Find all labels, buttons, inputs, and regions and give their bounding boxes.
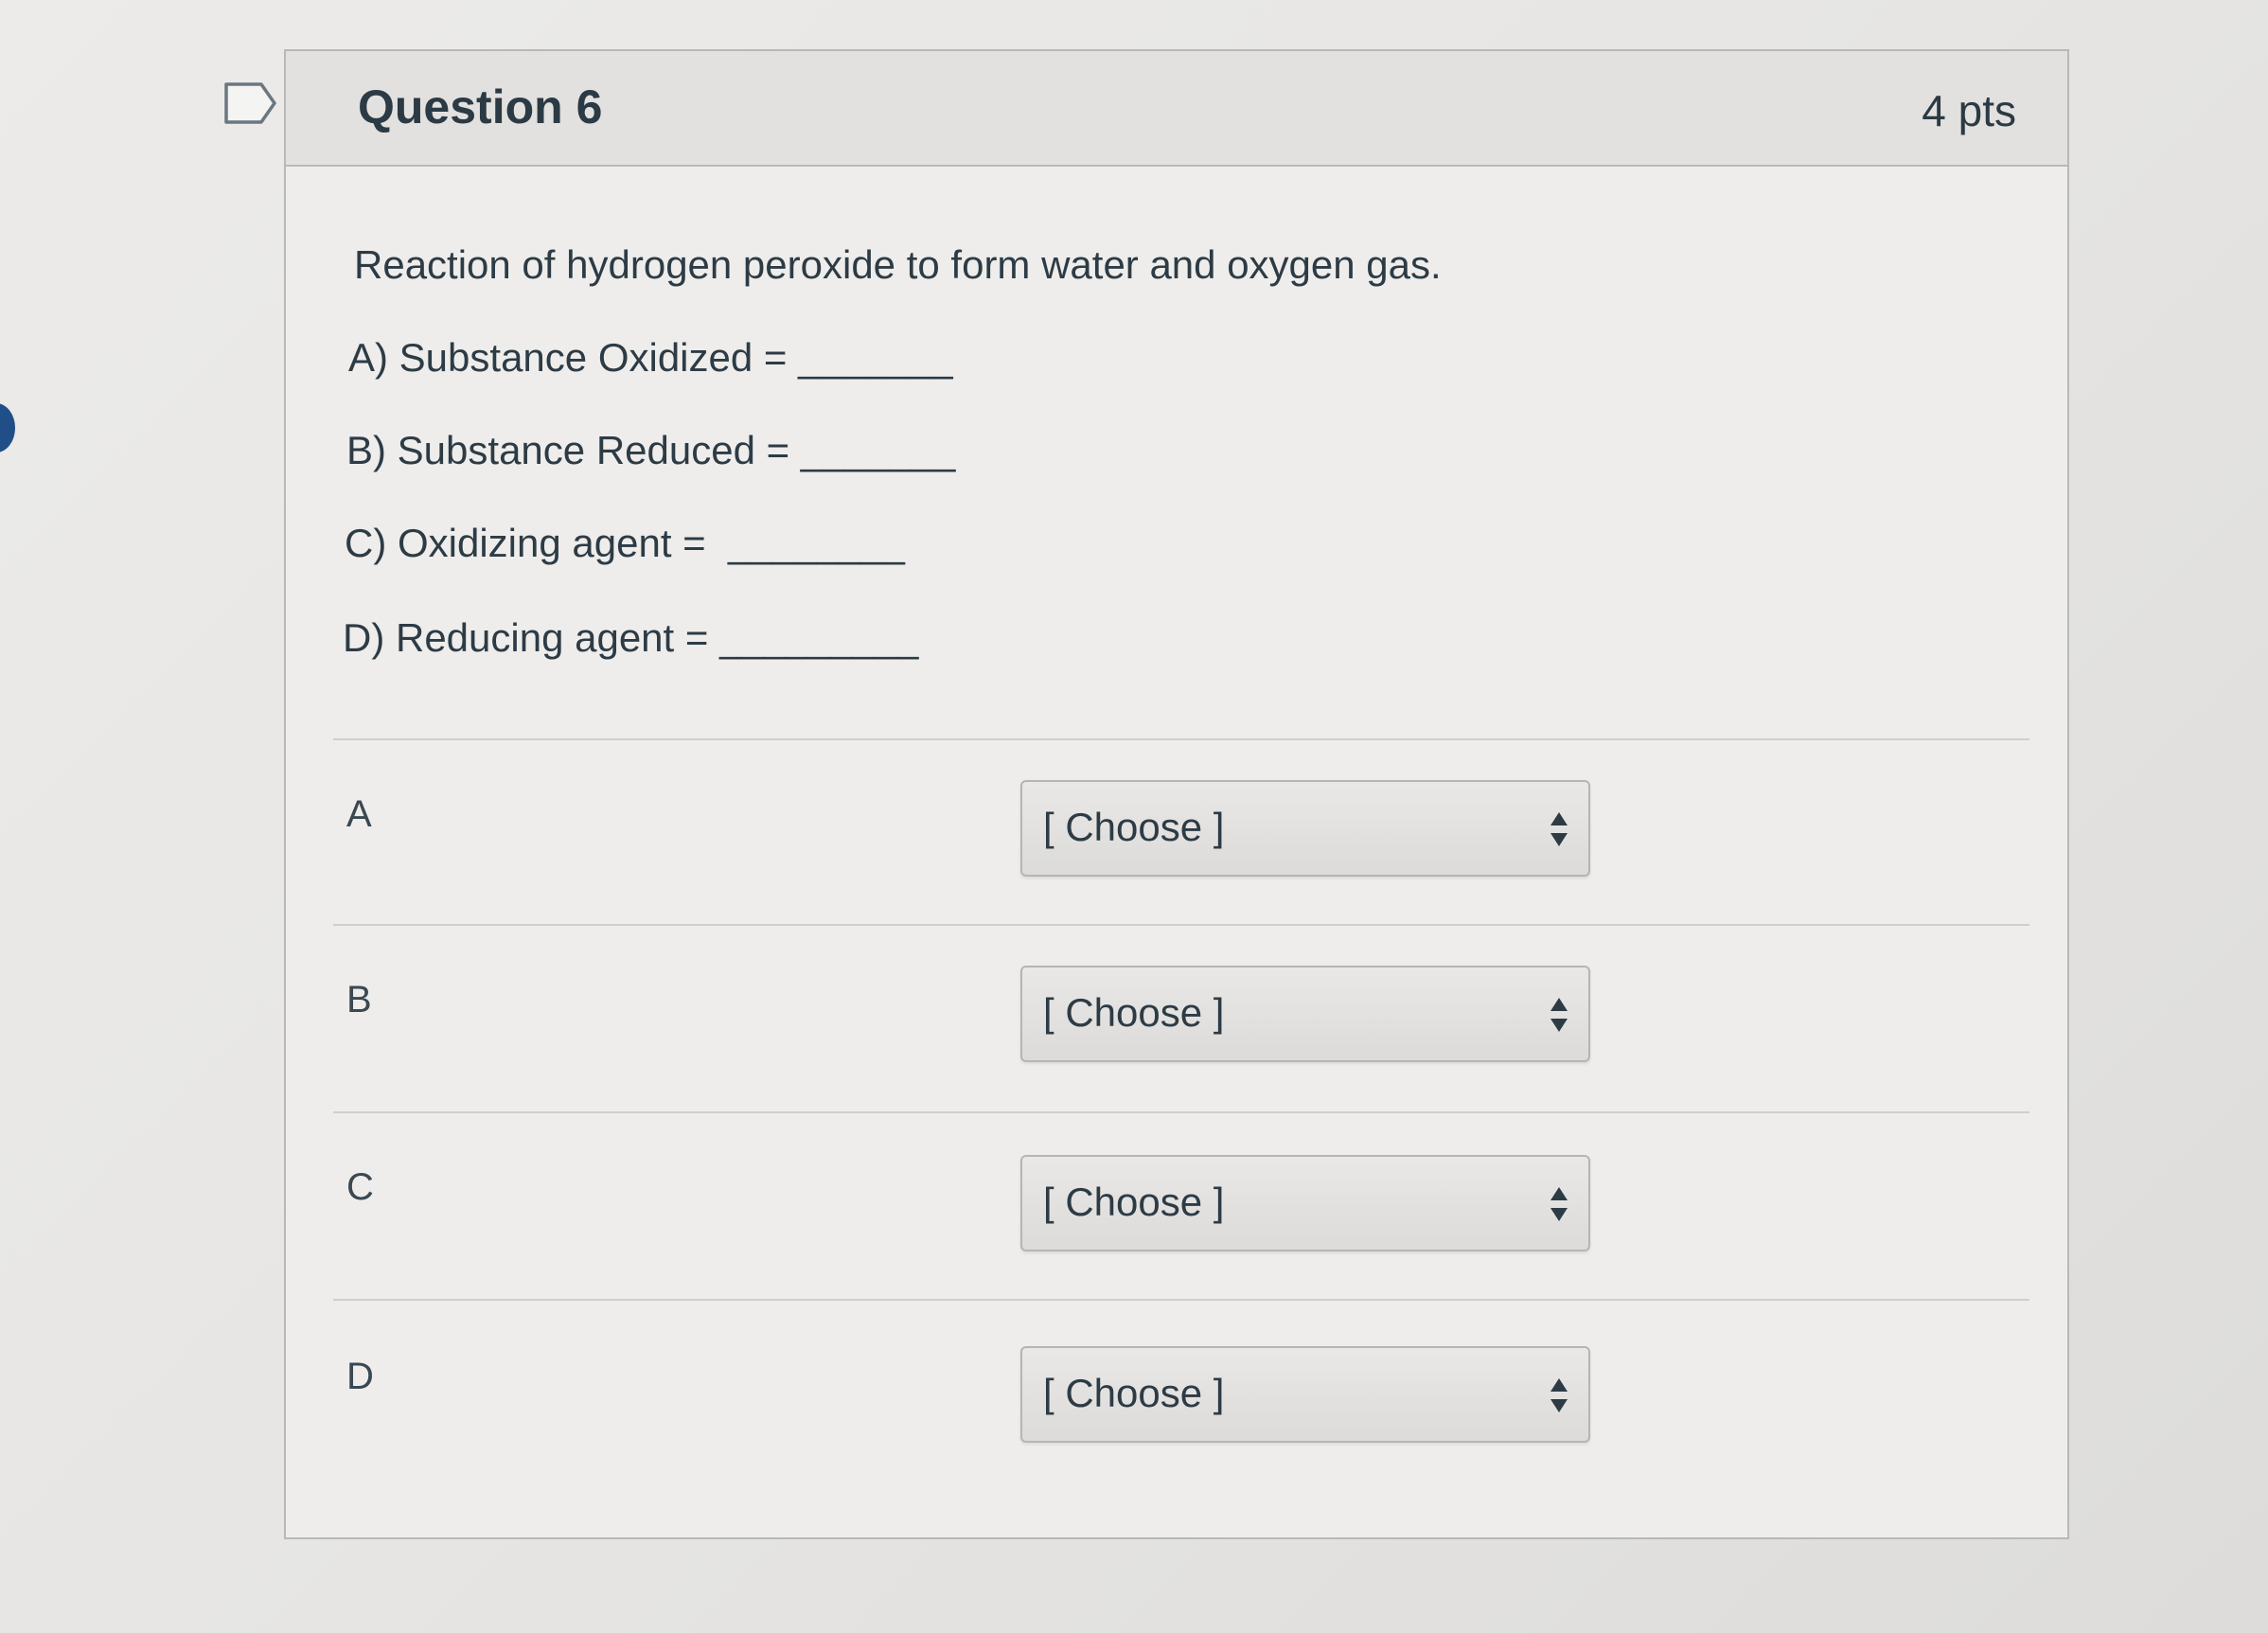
up-down-arrows-icon [1549,1185,1569,1223]
answer-label-d: D [346,1356,374,1397]
subquestion-c: C) Oxidizing agent = ________ [345,521,905,565]
subquestion-d: D) Reducing agent = _________ [343,615,919,660]
answer-select-c-value: [ Choose ] [1043,1180,1225,1224]
answer-label-b: B [346,979,372,1021]
divider [333,924,2029,926]
divider [333,1111,2029,1113]
answer-select-b-value: [ Choose ] [1043,990,1225,1035]
subquestion-b: B) Substance Reduced = _______ [346,428,956,472]
question-points: 4 pts [1922,86,2016,135]
answer-select-d-value: [ Choose ] [1043,1371,1225,1415]
divider [333,1299,2029,1301]
subquestion-a: A) Substance Oxidized = _______ [348,335,953,380]
divider [333,738,2029,740]
question-title: Question 6 [358,80,603,133]
question-card: Question 6 4 pts Reaction of hydrogen pe… [284,49,2069,1539]
up-down-arrows-icon [1549,810,1569,848]
edge-indicator-dot [0,403,15,453]
answer-select-c[interactable]: [ Choose ] [1020,1155,1590,1251]
question-prompt: Reaction of hydrogen peroxide to form wa… [354,242,1442,287]
answer-label-c: C [346,1166,374,1208]
answer-select-b[interactable]: [ Choose ] [1020,966,1590,1062]
up-down-arrows-icon [1549,996,1569,1034]
answer-select-a[interactable]: [ Choose ] [1020,780,1590,877]
bookmark-flag-icon[interactable] [223,81,278,125]
answer-select-d[interactable]: [ Choose ] [1020,1346,1590,1443]
answer-select-a-value: [ Choose ] [1043,805,1225,849]
question-header: Question 6 4 pts [286,51,2067,167]
up-down-arrows-icon [1549,1376,1569,1414]
answer-label-a: A [346,793,372,835]
